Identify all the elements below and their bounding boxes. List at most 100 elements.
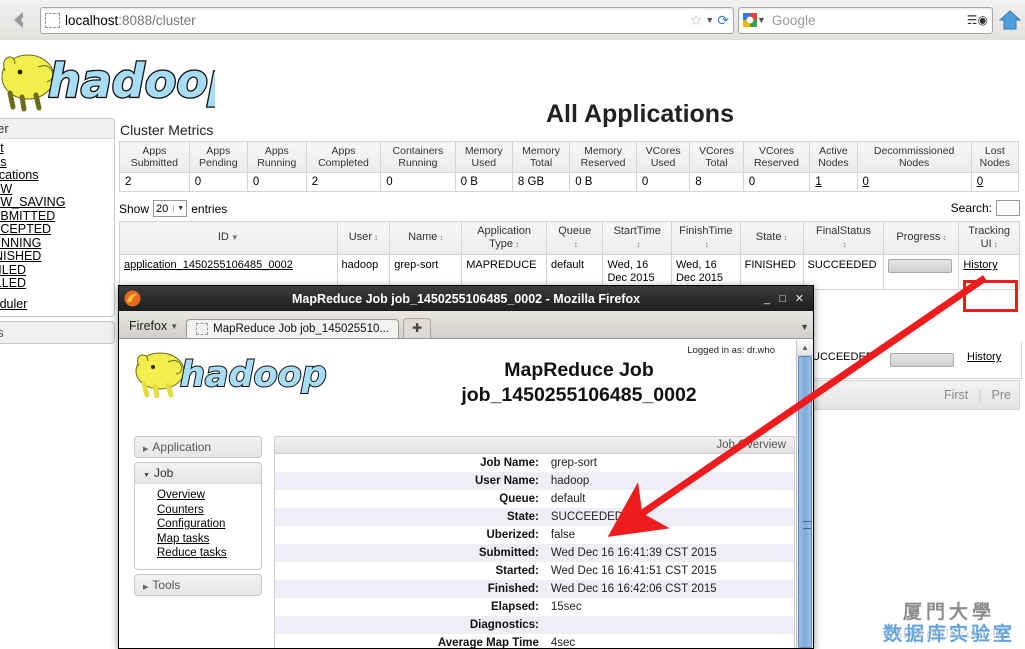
minimize-button[interactable]: _ (764, 293, 770, 305)
metrics-col-memory-reserved[interactable]: Memory Reserved (569, 141, 637, 173)
sidebar-item-killed[interactable]: KILLED (0, 276, 106, 291)
vertical-scrollbar[interactable]: ▲ (796, 340, 813, 648)
sidebar-item-counters[interactable]: Counters (157, 503, 261, 518)
metrics-col-apps-pending[interactable]: Apps Pending (188, 141, 248, 173)
apps-col-application-type[interactable]: Application Type ↕ (461, 221, 547, 255)
apps-col-queue[interactable]: Queue ↕ (545, 221, 604, 255)
sidebar-item-tools[interactable]: ...ools (0, 321, 115, 344)
metrics-col-memory-total[interactable]: Memory Total (511, 141, 571, 173)
metrics-col-vcores-used[interactable]: VCores Used (635, 141, 691, 173)
back-button[interactable] (0, 1, 38, 39)
pager-previous[interactable]: Pre (992, 388, 1011, 402)
metrics-col-containers-running[interactable]: Containers Running (380, 141, 456, 173)
sidebar-item-tools[interactable]: ▶ Tools (134, 573, 262, 596)
table-row: Diagnostics: (274, 616, 795, 634)
chevron-down-icon[interactable]: ▼ (757, 15, 766, 25)
show-entries-control: Show 20 ▼ entries (119, 200, 227, 217)
sidebar-item-new-saving[interactable]: NEW_SAVING (0, 195, 106, 210)
applications-table: ID ▼ User ↕ Name ↕ Application Type ↕ Queue ↕ … (119, 221, 1020, 290)
apps-col-name[interactable]: Name ↕ (389, 221, 463, 255)
google-icon[interactable] (743, 13, 757, 27)
scrollbar-grip-icon (803, 521, 811, 529)
search-bar[interactable]: ▼ Google ☴◉ (738, 6, 993, 34)
apps-col-id[interactable]: ID ▼ (119, 221, 338, 255)
metrics-col-vcores-reserved[interactable]: VCores Reserved (742, 141, 811, 173)
apps-col-tracking-ui[interactable]: Tracking UI ↕ (958, 221, 1020, 255)
apps-table-controls: Show 20 ▼ entries Search: (119, 200, 1020, 220)
sidebar-item-application[interactable]: ▶ Application (134, 436, 262, 458)
firefox-menu-button[interactable]: Firefox ▼ (123, 319, 186, 338)
metrics-val-lost-nodes[interactable]: 0 (970, 172, 1020, 192)
row-value: Wed Dec 16 16:41:51 CST 2015 (550, 565, 717, 577)
apps-col-finalstatus[interactable]: FinalStatus ↕ (802, 221, 885, 255)
sidebar-item-new[interactable]: NEW (0, 182, 106, 197)
window-titlebar[interactable]: MapReduce Job job_1450255106485_0002 - M… (119, 286, 813, 311)
sidebar-item-applications[interactable]: ...pplications (0, 168, 106, 183)
metrics-col-apps-running[interactable]: Apps Running (246, 141, 307, 173)
urlbar-icons: ☆ ▼ ⟳ (690, 13, 729, 27)
sidebar-item-failed[interactable]: FAILED (0, 263, 106, 278)
chevron-right-icon: ▶ (143, 583, 149, 591)
scroll-up-icon[interactable]: ▲ (797, 340, 813, 356)
metrics-val-apps-submitted: 2 (119, 172, 190, 192)
sidebar-item-overview[interactable]: Overview (157, 488, 261, 503)
row-value: grep-sort (550, 457, 597, 469)
app-id-link[interactable]: application_1450255106485_0002 (124, 259, 293, 271)
apps-col-user[interactable]: User ↕ (336, 221, 391, 255)
sidebar-item-accepted[interactable]: ACCEPTED (0, 222, 106, 237)
sidebar-item-running[interactable]: RUNNING (0, 236, 106, 251)
firefox-window[interactable]: MapReduce Job job_1450255106485_0002 - M… (118, 285, 814, 649)
metrics-col-memory-used[interactable]: Memory Used (454, 141, 513, 173)
metrics-col-apps-submitted[interactable]: Apps Submitted (119, 141, 190, 173)
sidebar-item-map-tasks[interactable]: Map tasks (157, 532, 261, 547)
table-row: Average Map Time 4sec (274, 634, 795, 648)
row-label: Job Name: (480, 457, 539, 469)
apps-search-input[interactable] (996, 200, 1020, 216)
new-tab-button[interactable]: ✚ (402, 318, 432, 338)
job-sidebar: ▶ Application ▼ Job Overview Counters Conf… (134, 436, 262, 600)
sidebar-item-configuration[interactable]: Configuration (157, 517, 261, 532)
sidebar-item-about[interactable]: ...bout (0, 141, 106, 156)
chevron-down-icon: ▼ (170, 321, 179, 331)
sidebar-item-job[interactable]: ▼ Job (135, 463, 261, 484)
history-link[interactable]: History (967, 351, 1001, 363)
bookmark-star-icon[interactable]: ☆ (690, 13, 703, 27)
metrics-val-active-nodes[interactable]: 1 (809, 172, 858, 192)
chevron-down-icon[interactable]: ▼ (705, 15, 714, 25)
maximize-button[interactable]: □ (779, 293, 786, 305)
binoculars-icon[interactable]: ☴◉ (967, 13, 988, 27)
table-row: Queue: default (274, 490, 795, 508)
pager-first[interactable]: First (944, 388, 968, 402)
sidebar-item-submitted[interactable]: SUBMITTED (0, 209, 106, 224)
metrics-col-vcores-total[interactable]: VCores Total (689, 141, 744, 173)
sidebar-item-scheduler[interactable]: ...cheduler (0, 297, 106, 312)
chevron-down-icon: ▼ (143, 472, 150, 479)
sidebar-item-finished[interactable]: FINISHED (0, 249, 106, 264)
metrics-col-active-nodes[interactable]: Active Nodes (809, 141, 858, 173)
tab-list-chevron-icon[interactable]: ▼ (800, 322, 809, 338)
scrollbar-thumb[interactable] (798, 356, 812, 648)
history-link[interactable]: History (963, 259, 997, 271)
close-button[interactable]: ✕ (795, 292, 804, 305)
cluster-metrics-title: Cluster Metrics (120, 122, 214, 138)
progress-bar (890, 353, 954, 367)
sort-icon: ↕ (439, 233, 444, 243)
apps-col-progress[interactable]: Progress ↕ (883, 221, 960, 255)
metrics-col-lost-nodes[interactable]: Lost Nodes (970, 141, 1020, 173)
home-button[interactable] (995, 1, 1025, 39)
sidebar-item-nodes[interactable]: ...odes (0, 155, 106, 170)
metrics-col-decommissioned-nodes[interactable]: Decommissioned Nodes (856, 141, 972, 173)
address-bar[interactable]: localhost:8088/cluster ☆ ▼ ⟳ (40, 6, 734, 34)
tab-mapreduce-job[interactable]: MapReduce Job job_145025510... (186, 319, 399, 338)
reload-icon[interactable]: ⟳ (717, 13, 729, 27)
apps-col-finishtime[interactable]: FinishTime ↕ (670, 221, 741, 255)
apps-col-starttime[interactable]: StartTime ↕ (602, 221, 672, 255)
row-value: Wed Dec 16 16:42:06 CST 2015 (550, 583, 717, 595)
row-value: SUCCEEDED (550, 511, 624, 523)
apps-col-state[interactable]: State ↕ (739, 221, 804, 255)
metrics-col-apps-completed[interactable]: Apps Completed (305, 141, 382, 173)
sidebar-item-reduce-tasks[interactable]: Reduce tasks (157, 546, 261, 561)
metrics-val-decommissioned-nodes[interactable]: 0 (856, 172, 972, 192)
row-label: Diagnostics: (469, 619, 539, 631)
entries-select[interactable]: 20 ▼ (153, 200, 188, 217)
